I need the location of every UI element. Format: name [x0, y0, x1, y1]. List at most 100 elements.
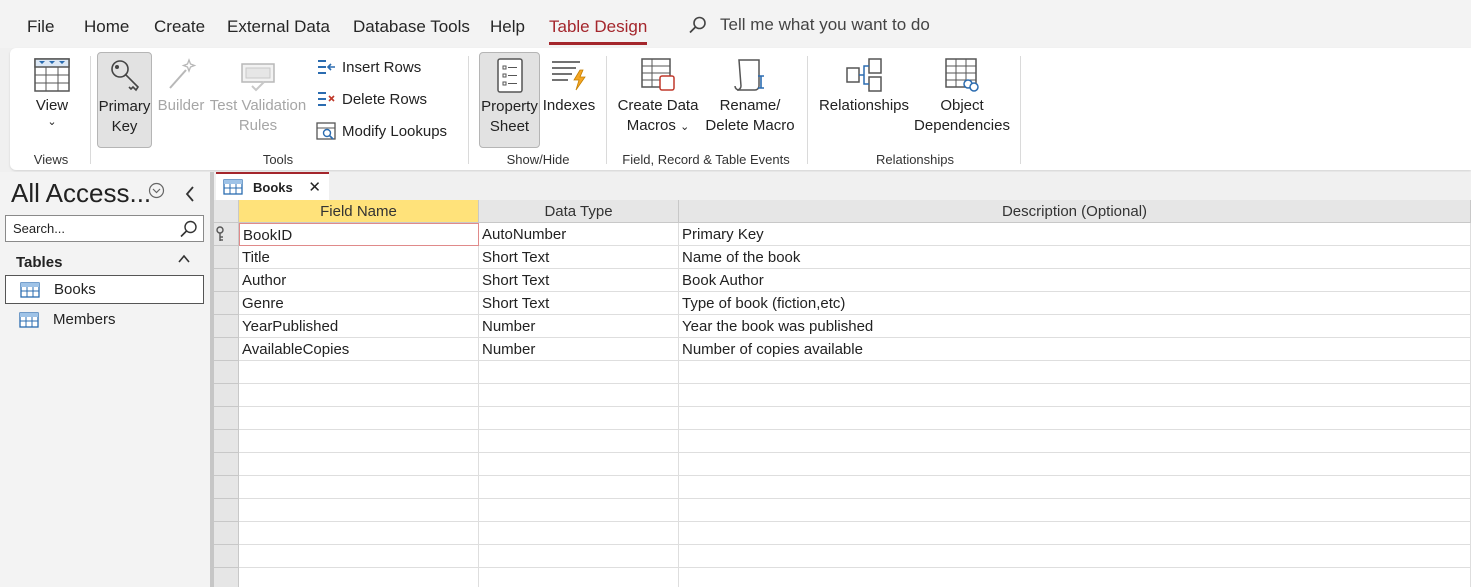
cell-field-name[interactable]	[239, 476, 479, 499]
cell-data-type[interactable]	[479, 453, 679, 476]
row-selector[interactable]	[214, 361, 239, 384]
table-row[interactable]	[214, 499, 1471, 522]
cell-data-type[interactable]: Short Text	[479, 246, 679, 269]
cell-description[interactable]	[679, 522, 1471, 545]
cell-description[interactable]	[679, 568, 1471, 587]
view-button[interactable]: View ⌄	[26, 56, 78, 138]
nav-section-tables[interactable]: Tables	[16, 254, 62, 271]
menu-create[interactable]: Create	[154, 17, 205, 37]
cell-field-name[interactable]	[239, 430, 479, 453]
table-row[interactable]	[214, 407, 1471, 430]
table-row[interactable]: YearPublished Number Year the book was pub…	[214, 315, 1471, 338]
cell-description[interactable]: Primary Key	[679, 223, 1471, 246]
cell-description[interactable]	[679, 499, 1471, 522]
menu-home[interactable]: Home	[84, 17, 129, 37]
menu-external-data[interactable]: External Data	[227, 17, 330, 37]
cell-field-name[interactable]	[239, 384, 479, 407]
cell-field-name[interactable]: Genre	[239, 292, 479, 315]
table-row[interactable]	[214, 384, 1471, 407]
modify-lookups-button[interactable]: Modify Lookups	[316, 122, 447, 140]
row-selector[interactable]	[214, 476, 239, 499]
cell-description[interactable]	[679, 361, 1471, 384]
row-selector[interactable]	[214, 453, 239, 476]
cell-field-name[interactable]: Author	[239, 269, 479, 292]
table-row[interactable]: BookID AutoNumber Primary Key	[214, 223, 1471, 246]
document-tab-books[interactable]: Books ✕	[216, 172, 329, 200]
row-selector[interactable]	[214, 246, 239, 269]
table-row[interactable]	[214, 522, 1471, 545]
row-selector[interactable]	[214, 430, 239, 453]
cell-description[interactable]: Year the book was published	[679, 315, 1471, 338]
row-selector[interactable]	[214, 315, 239, 338]
cell-description[interactable]	[679, 430, 1471, 453]
delete-rows-button[interactable]: Delete Rows	[316, 90, 427, 108]
table-row[interactable]: Author Short Text Book Author	[214, 269, 1471, 292]
cell-data-type[interactable]	[479, 522, 679, 545]
cell-data-type[interactable]: AutoNumber	[479, 223, 679, 246]
cell-data-type[interactable]	[479, 545, 679, 568]
cell-description[interactable]	[679, 476, 1471, 499]
cell-field-name[interactable]	[239, 545, 479, 568]
column-header-field-name[interactable]: Field Name	[239, 200, 479, 223]
cell-data-type[interactable]: Number	[479, 338, 679, 361]
nav-item-books[interactable]: Books	[5, 275, 204, 304]
menu-help[interactable]: Help	[490, 17, 525, 37]
nav-search-input[interactable]: Search...	[5, 215, 204, 242]
cell-field-name[interactable]: YearPublished	[239, 315, 479, 338]
row-selector[interactable]	[214, 384, 239, 407]
table-row[interactable]	[214, 545, 1471, 568]
nav-pane-title[interactable]: All Access...	[11, 178, 151, 209]
cell-field-name[interactable]: Title	[239, 246, 479, 269]
row-selector[interactable]	[214, 338, 239, 361]
create-data-macros-button[interactable]: Create Data Macros ⌄	[614, 56, 702, 136]
indexes-button[interactable]: Indexes	[542, 56, 596, 136]
tell-me-box[interactable]: Tell me what you want to do	[688, 15, 930, 35]
row-selector[interactable]	[214, 568, 239, 587]
cell-description[interactable]	[679, 407, 1471, 430]
cell-field-name[interactable]	[239, 499, 479, 522]
row-selector[interactable]	[214, 407, 239, 430]
table-row[interactable]: Genre Short Text Type of book (fiction,etc…	[214, 292, 1471, 315]
cell-data-type[interactable]	[479, 568, 679, 587]
row-selector[interactable]	[214, 269, 239, 292]
cell-data-type[interactable]: Number	[479, 315, 679, 338]
table-row[interactable]	[214, 453, 1471, 476]
table-row[interactable]	[214, 430, 1471, 453]
cell-data-type[interactable]	[479, 361, 679, 384]
test-validation-rules-button[interactable]: Test Validation Rules	[208, 56, 308, 136]
cell-field-name[interactable]	[239, 407, 479, 430]
row-selector[interactable]	[214, 223, 239, 246]
column-header-description[interactable]: Description (Optional)	[679, 200, 1471, 223]
property-sheet-button[interactable]: Property Sheet	[479, 52, 540, 148]
table-row[interactable]	[214, 476, 1471, 499]
row-selector[interactable]	[214, 499, 239, 522]
nav-item-members[interactable]: Members	[5, 305, 204, 334]
relationships-button[interactable]: Relationships	[816, 56, 912, 136]
menu-database-tools[interactable]: Database Tools	[353, 17, 470, 37]
cell-data-type[interactable]	[479, 476, 679, 499]
row-selector[interactable]	[214, 545, 239, 568]
cell-data-type[interactable]	[479, 407, 679, 430]
insert-rows-button[interactable]: Insert Rows	[316, 58, 421, 76]
cell-description[interactable]: Number of copies available	[679, 338, 1471, 361]
cell-data-type[interactable]	[479, 384, 679, 407]
cell-data-type[interactable]: Short Text	[479, 269, 679, 292]
table-row[interactable]: Title Short Text Name of the book	[214, 246, 1471, 269]
column-header-data-type[interactable]: Data Type	[479, 200, 679, 223]
dropdown-circle-icon[interactable]	[148, 182, 165, 199]
object-dependencies-button[interactable]: Object Dependencies	[914, 56, 1010, 136]
cell-field-name[interactable]	[239, 568, 479, 587]
cell-data-type[interactable]: Short Text	[479, 292, 679, 315]
menu-file[interactable]: File	[27, 17, 54, 37]
chevron-up-icon[interactable]	[177, 252, 191, 266]
cell-description[interactable]: Book Author	[679, 269, 1471, 292]
cell-field-name[interactable]	[239, 361, 479, 384]
table-row[interactable]	[214, 568, 1471, 587]
cell-description[interactable]	[679, 545, 1471, 568]
rename-delete-macro-button[interactable]: Rename/ Delete Macro	[702, 56, 798, 136]
cell-description[interactable]	[679, 384, 1471, 407]
chevron-left-icon[interactable]	[183, 184, 197, 204]
close-icon[interactable]: ✕	[308, 178, 321, 196]
cell-data-type[interactable]	[479, 499, 679, 522]
cell-data-type[interactable]	[479, 430, 679, 453]
